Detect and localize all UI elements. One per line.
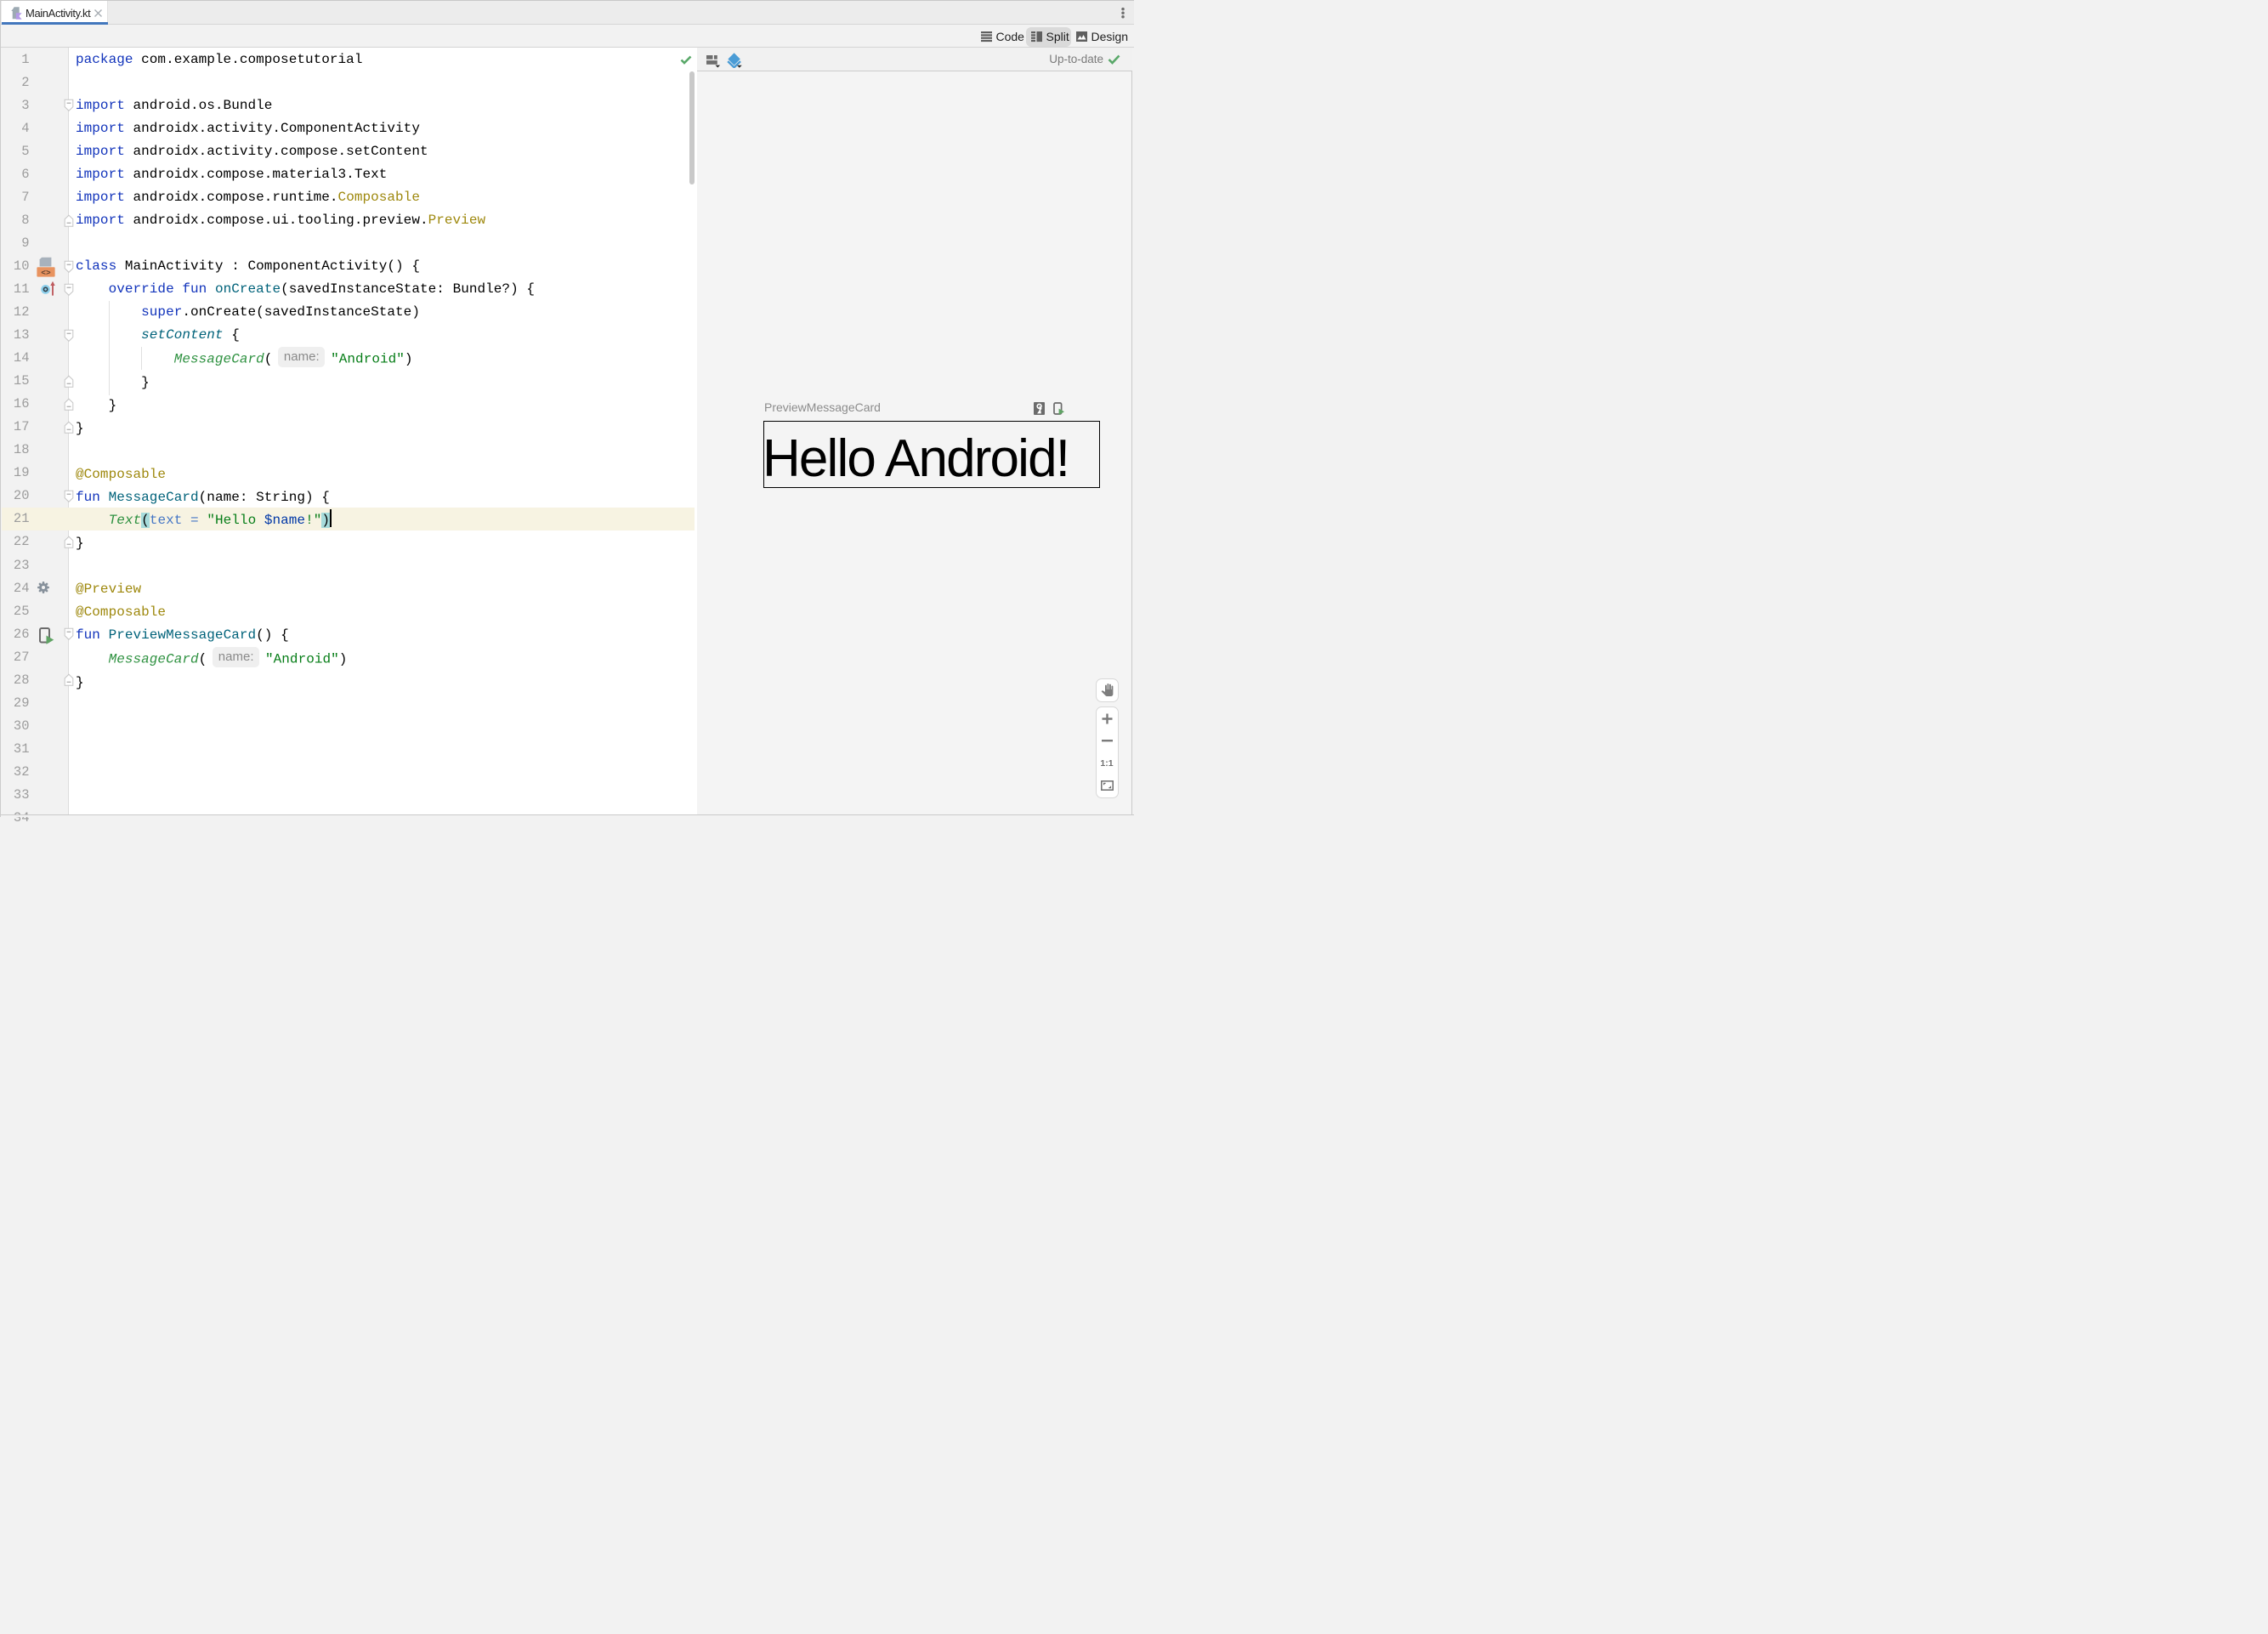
svg-text:<>: <> (41, 268, 51, 277)
